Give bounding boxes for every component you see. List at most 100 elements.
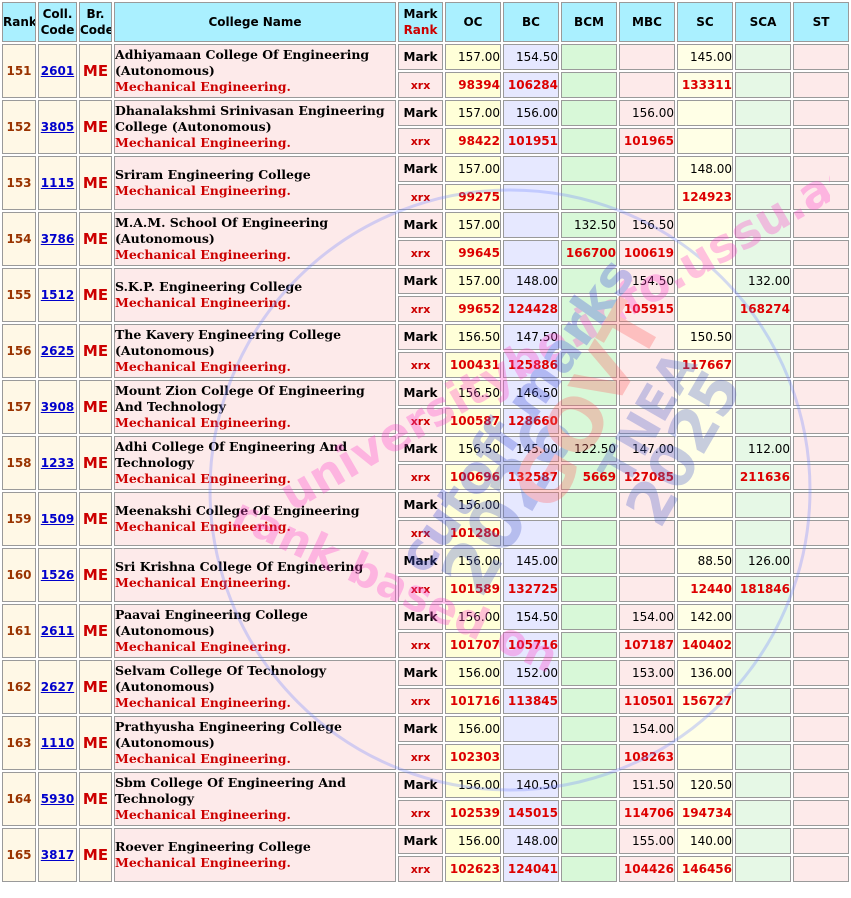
mark-mbc: 156.00: [619, 100, 675, 126]
branch-code-cell: ME: [79, 716, 112, 770]
branch-code-cell: ME: [79, 212, 112, 266]
mark-bc: 148.00: [503, 828, 559, 854]
college-code-link[interactable]: 2611: [41, 624, 74, 638]
table-row: 165 3817 ME Roever Engineering College Mecha…: [2, 828, 849, 882]
college-name: Sriram Engineering College: [115, 167, 311, 182]
mark-bcm: [561, 380, 617, 406]
mark-mbc: [619, 548, 675, 574]
mark-st: [793, 212, 849, 238]
mark-mbc: 154.50: [619, 268, 675, 294]
rank-mbc: [619, 520, 675, 546]
rank-bc: [503, 240, 559, 266]
rank-sc: [677, 464, 733, 490]
college-code-link[interactable]: 3817: [41, 848, 74, 862]
rank-st: [793, 128, 849, 154]
college-code-link[interactable]: 1512: [41, 288, 74, 302]
mark-oc: 156.00: [445, 604, 501, 630]
rank-bcm: [561, 408, 617, 434]
rank-sca: 168274: [735, 296, 791, 322]
mark-sc: 88.50: [677, 548, 733, 574]
college-code-link[interactable]: 1526: [41, 568, 74, 582]
college-code-link[interactable]: 3908: [41, 400, 74, 414]
college-code-link[interactable]: 1115: [41, 176, 74, 190]
rank-st: [793, 72, 849, 98]
rank-bcm: [561, 744, 617, 770]
college-code-cell: 1115: [38, 156, 77, 210]
college-code-link[interactable]: 3805: [41, 120, 74, 134]
mark-sc: [677, 212, 733, 238]
rank-sc: [677, 240, 733, 266]
rank-st: [793, 520, 849, 546]
rank-bcm: [561, 352, 617, 378]
rank-cell: 153: [2, 156, 36, 210]
college-code-link[interactable]: 2627: [41, 680, 74, 694]
mark-label: Mark: [398, 828, 443, 854]
college-name-cell: Paavai Engineering College (Autonomous) M…: [114, 604, 396, 658]
mark-sc: [677, 492, 733, 518]
college-name: The Kavery Engineering College (Autonomo…: [115, 327, 342, 358]
branch-name: Mechanical Engineering.: [115, 855, 291, 870]
college-code-link[interactable]: 2601: [41, 64, 74, 78]
rank-sc: 133311: [677, 72, 733, 98]
mark-oc: 157.00: [445, 44, 501, 70]
rank-sc: 146456: [677, 856, 733, 882]
college-name: M.A.M. School Of Engineering (Autonomous…: [115, 215, 329, 246]
rank-bcm: 5669: [561, 464, 617, 490]
college-code-link[interactable]: 1110: [41, 736, 74, 750]
rank-bc: 128660: [503, 408, 559, 434]
rank-label: xrx: [398, 184, 443, 210]
college-name: Adhiyamaan College Of Engineering (Auton…: [115, 47, 370, 78]
rank-cell: 152: [2, 100, 36, 154]
branch-name: Mechanical Engineering.: [115, 247, 291, 262]
mark-mbc: 156.50: [619, 212, 675, 238]
rank-mbc: [619, 352, 675, 378]
college-code-link[interactable]: 1233: [41, 456, 74, 470]
branch-code-cell: ME: [79, 604, 112, 658]
mark-bcm: 122.50: [561, 436, 617, 462]
college-name: Roever Engineering College: [115, 839, 311, 854]
rank-bc: 132587: [503, 464, 559, 490]
rank-bc: 124041: [503, 856, 559, 882]
rank-oc: 99645: [445, 240, 501, 266]
header-mark: Mark: [403, 7, 438, 21]
mark-bc: 156.00: [503, 100, 559, 126]
rank-oc: 98422: [445, 128, 501, 154]
header-sca: SCA: [735, 2, 791, 42]
mark-bc: [503, 716, 559, 742]
mark-sc: [677, 716, 733, 742]
rank-sc: 194734: [677, 800, 733, 826]
rank-mbc: 104426: [619, 856, 675, 882]
rank-st: [793, 408, 849, 434]
college-code-link[interactable]: 2625: [41, 344, 74, 358]
rank-label: xrx: [398, 72, 443, 98]
table-header: Rank Coll. Code Br. Code College Name Ma…: [2, 2, 849, 42]
college-code-link[interactable]: 3786: [41, 232, 74, 246]
rank-st: [793, 856, 849, 882]
rank-cell: 165: [2, 828, 36, 882]
college-code-cell: 3786: [38, 212, 77, 266]
rank-sc: [677, 128, 733, 154]
table-row: 157 3908 ME Mount Zion College Of Engineeri…: [2, 380, 849, 434]
rank-bc: 124428: [503, 296, 559, 322]
rank-st: [793, 240, 849, 266]
college-code-link[interactable]: 1509: [41, 512, 74, 526]
college-code-link[interactable]: 5930: [41, 792, 74, 806]
college-code-cell: 2625: [38, 324, 77, 378]
mark-bc: 152.00: [503, 660, 559, 686]
rank-st: [793, 744, 849, 770]
college-name: Selvam College Of Technology (Autonomous…: [115, 663, 327, 694]
header-rank-label: Rank: [403, 23, 438, 37]
mark-mbc: 153.00: [619, 660, 675, 686]
rank-sca: [735, 632, 791, 658]
rank-sc: [677, 408, 733, 434]
rank-bcm: 166700: [561, 240, 617, 266]
rank-oc: 101707: [445, 632, 501, 658]
mark-sca: [735, 380, 791, 406]
mark-sc: 136.00: [677, 660, 733, 686]
rank-bcm: [561, 184, 617, 210]
header-bc: BC: [503, 2, 559, 42]
branch-code-cell: ME: [79, 380, 112, 434]
rank-st: [793, 464, 849, 490]
rank-label: xrx: [398, 240, 443, 266]
rank-sca: [735, 408, 791, 434]
